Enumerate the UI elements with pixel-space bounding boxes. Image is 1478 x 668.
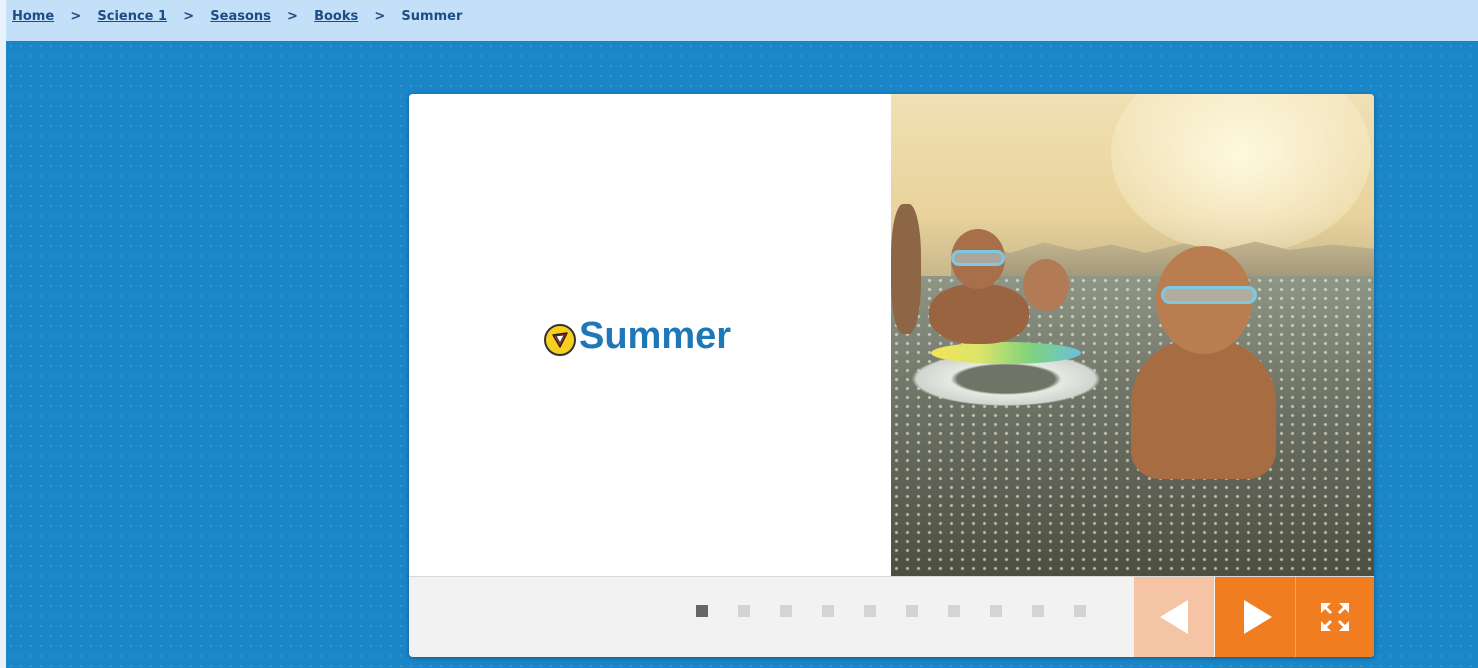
- photo-goggles: [1161, 286, 1257, 304]
- breadcrumb: Home > Science 1 > Seasons > Books > Sum…: [6, 0, 1478, 41]
- breadcrumb-books-link[interactable]: Books: [314, 9, 358, 24]
- photo-swim-ring-accent: [931, 342, 1081, 364]
- previous-page-button[interactable]: [1134, 577, 1214, 657]
- page-indicator-dot[interactable]: [780, 605, 792, 617]
- page-indicator-dot[interactable]: [990, 605, 1002, 617]
- breadcrumb-seasons-link[interactable]: Seasons: [210, 9, 271, 24]
- book-title: Summer: [579, 315, 732, 357]
- arrow-left-icon: [1160, 600, 1188, 634]
- page-indicator-dot[interactable]: [1074, 605, 1086, 617]
- page-indicator-dot[interactable]: [948, 605, 960, 617]
- fullscreen-button[interactable]: [1295, 577, 1374, 657]
- photo-child-head: [1023, 259, 1069, 311]
- breadcrumb-home-link[interactable]: Home: [12, 9, 54, 24]
- breadcrumb-separator: >: [374, 9, 386, 24]
- breadcrumb-science-link[interactable]: Science 1: [97, 9, 167, 24]
- photo-sun-glow: [1111, 94, 1371, 254]
- page-indicator-dot[interactable]: [906, 605, 918, 617]
- breadcrumb-separator: >: [287, 9, 298, 24]
- page-indicator-dot[interactable]: [738, 605, 750, 617]
- page-indicator-dot[interactable]: [864, 605, 876, 617]
- page-indicator-dot[interactable]: [1032, 605, 1044, 617]
- photo-goggles: [951, 250, 1005, 266]
- book-viewer: Summer: [409, 94, 1374, 657]
- breadcrumb-separator: >: [183, 9, 195, 24]
- arrow-right-icon: [1244, 600, 1272, 634]
- next-page-button[interactable]: [1215, 577, 1295, 657]
- page-indicator-dot[interactable]: [822, 605, 834, 617]
- photo-adult: [891, 204, 921, 334]
- book-title-block: Summer: [544, 316, 731, 356]
- photo-child-body: [929, 284, 1029, 344]
- photo-boy-body: [1131, 339, 1276, 479]
- page-indicator-dot[interactable]: [696, 605, 708, 617]
- photo-town-skyline: [951, 241, 1374, 276]
- fullscreen-icon: [1321, 603, 1349, 631]
- children-splashing-in-sea-photo: [891, 94, 1374, 576]
- book-title-page: Summer: [409, 94, 891, 576]
- dash-badge-icon: [544, 324, 576, 356]
- breadcrumb-separator: >: [70, 9, 82, 24]
- book-controls-bar: [409, 576, 1374, 657]
- breadcrumb-current: Summer: [401, 9, 463, 24]
